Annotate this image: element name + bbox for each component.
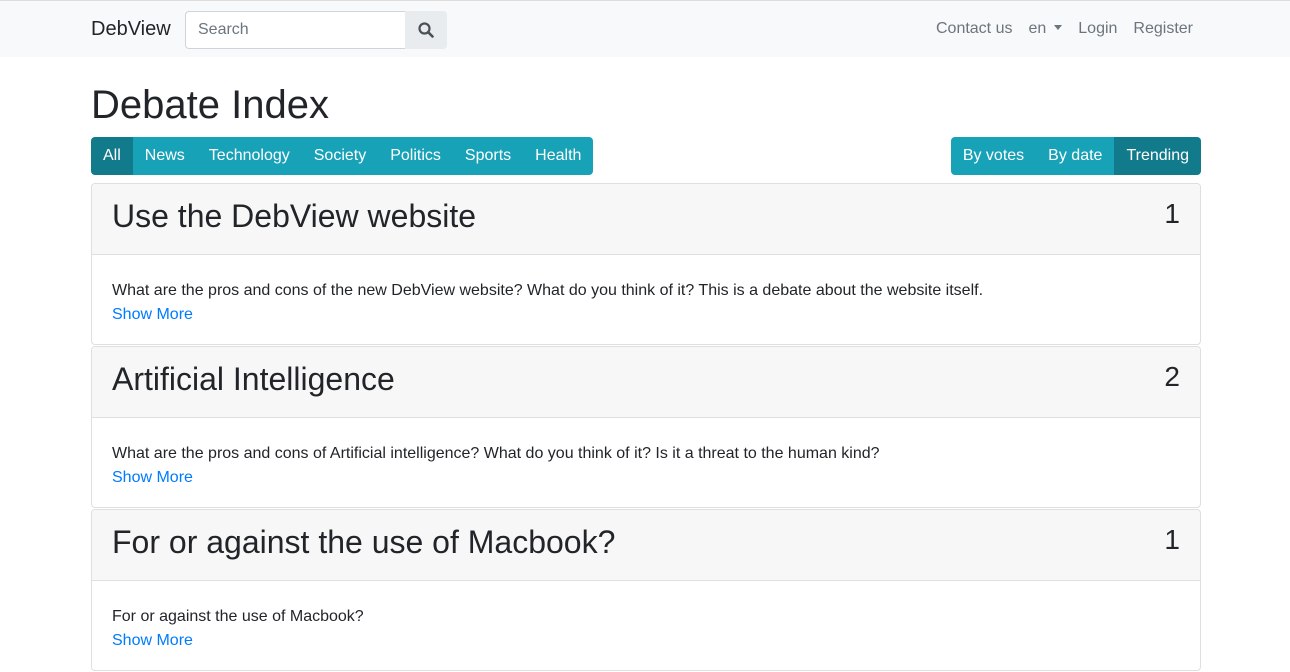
page-title: Debate Index: [91, 83, 329, 127]
show-more-link[interactable]: Show More: [112, 466, 193, 490]
login-link[interactable]: Login: [1078, 20, 1117, 38]
debate-list: Use the DebView website 1 What are the p…: [91, 183, 1201, 672]
category-filter: All News Technology Society Politics Spo…: [91, 137, 594, 175]
category-politics-button[interactable]: Politics: [378, 137, 453, 175]
debate-count: 2: [1164, 361, 1180, 392]
debate-card-header: Artificial Intelligence 2: [92, 347, 1200, 418]
search-icon: [418, 22, 434, 38]
debate-card-body: What are the pros and cons of Artificial…: [92, 418, 1200, 507]
sort-by-date-button[interactable]: By date: [1036, 137, 1115, 175]
search-button[interactable]: [405, 11, 447, 49]
category-sports-button[interactable]: Sports: [452, 137, 524, 175]
language-dropdown[interactable]: en: [1028, 20, 1063, 38]
search-form: [185, 11, 447, 49]
category-health-button[interactable]: Health: [523, 137, 594, 175]
debate-card-body: What are the pros and cons of the new De…: [92, 255, 1200, 344]
nav-links: Contact us en Login Register: [920, 20, 1193, 38]
caret-down-icon: [1054, 25, 1063, 30]
category-society-button[interactable]: Society: [301, 137, 379, 175]
show-more-link[interactable]: Show More: [112, 303, 193, 327]
brand-logo[interactable]: DebView: [91, 18, 171, 41]
debate-count: 1: [1164, 198, 1180, 229]
debate-count: 1: [1164, 524, 1180, 555]
category-news-button[interactable]: News: [132, 137, 197, 175]
debate-title[interactable]: For or against the use of Macbook?: [112, 524, 615, 561]
category-technology-button[interactable]: Technology: [196, 137, 302, 175]
language-label: en: [1028, 20, 1047, 37]
register-link[interactable]: Register: [1133, 20, 1193, 38]
top-navbar: DebView Contact us en Login Register: [0, 0, 1290, 57]
debate-card-header: Use the DebView website 1: [92, 184, 1200, 255]
debate-card-header: For or against the use of Macbook? 1: [92, 510, 1200, 581]
contact-link[interactable]: Contact us: [936, 20, 1012, 38]
debate-description: For or against the use of Macbook?: [112, 608, 364, 625]
debate-card: Artificial Intelligence 2 What are the p…: [91, 346, 1201, 508]
debate-title[interactable]: Artificial Intelligence: [112, 361, 395, 398]
show-more-link[interactable]: Show More: [112, 629, 193, 653]
sort-trending-button[interactable]: Trending: [1114, 137, 1201, 175]
search-input[interactable]: [185, 11, 405, 49]
debate-title[interactable]: Use the DebView website: [112, 198, 476, 235]
debate-card: For or against the use of Macbook? 1 For…: [91, 509, 1201, 671]
sort-by-votes-button[interactable]: By votes: [950, 137, 1037, 175]
sort-filter: By votes By date Trending: [950, 137, 1201, 175]
debate-card: Use the DebView website 1 What are the p…: [91, 183, 1201, 345]
category-all-button[interactable]: All: [91, 137, 133, 175]
debate-description: What are the pros and cons of the new De…: [112, 282, 984, 299]
debate-description: What are the pros and cons of Artificial…: [112, 445, 880, 462]
debate-card-body: For or against the use of Macbook? Show …: [92, 581, 1200, 670]
